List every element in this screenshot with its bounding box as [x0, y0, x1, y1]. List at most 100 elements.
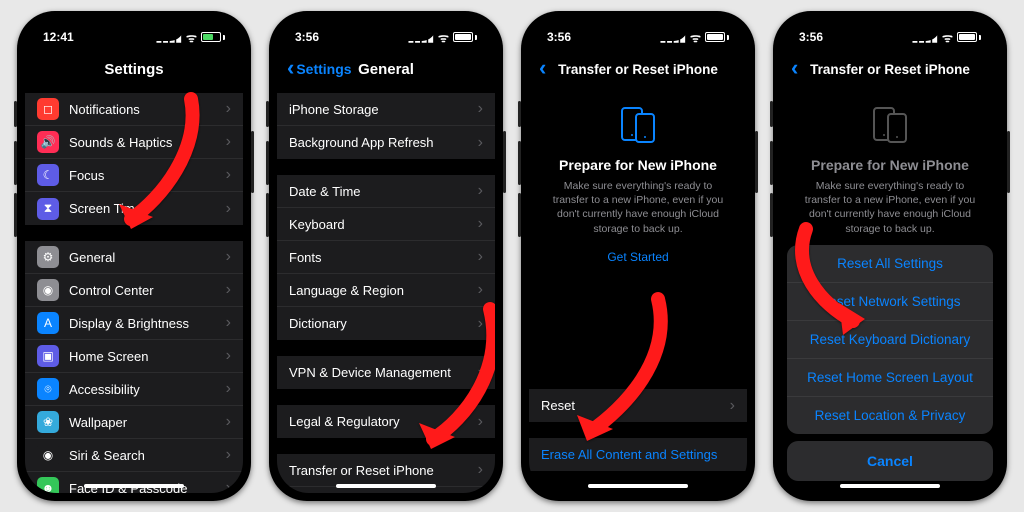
chevron-right-icon: ›	[730, 397, 735, 415]
chevron-right-icon: ›	[478, 215, 483, 233]
chevron-right-icon: ›	[478, 281, 483, 299]
promo-text: Make sure everything's ready to transfer…	[529, 179, 747, 236]
wifi-icon: ᯤ	[690, 29, 701, 46]
phone-2: 3:56 ▮▮▮▮ ᯤ Settings General iPhone Stor…	[269, 11, 503, 501]
general-row-background-app-refresh[interactable]: Background App Refresh›	[277, 126, 495, 159]
home-indicator[interactable]	[336, 484, 436, 488]
settings-row-face-id-passcode[interactable]: ☻Face ID & Passcode›	[25, 472, 243, 493]
reset-row[interactable]: Reset ›	[529, 389, 747, 422]
row-label: Screen Time	[69, 201, 226, 216]
chevron-left-icon	[287, 61, 294, 78]
chevron-right-icon: ›	[226, 314, 231, 332]
general-row-transfer-or-reset-iphone[interactable]: Transfer or Reset iPhone›	[277, 454, 495, 487]
chevron-right-icon: ›	[226, 281, 231, 299]
battery-indicator	[453, 32, 477, 42]
general-row-legal-regulatory[interactable]: Legal & Regulatory›	[277, 405, 495, 438]
chevron-right-icon: ›	[226, 347, 231, 365]
settings-row-control-center[interactable]: ◉Control Center›	[25, 274, 243, 307]
transfer-reset-content-dimmed: Prepare for New iPhone Make sure everyth…	[781, 87, 999, 493]
row-label: Notifications	[69, 102, 226, 117]
settings-row-display-brightness[interactable]: A Display & Brightness›	[25, 307, 243, 340]
general-row-iphone-storage[interactable]: iPhone Storage›	[277, 93, 495, 126]
navbar: Transfer or Reset iPhone	[529, 51, 747, 87]
settings-row-notifications[interactable]: ◻︎Notifications›	[25, 93, 243, 126]
row-label: Fonts	[289, 250, 478, 265]
row-label: Keyboard	[289, 217, 478, 232]
phone-4: 3:56 ▮▮▮▮ ᯤ Transfer or Reset iPhone Pre…	[773, 11, 1007, 501]
homescreen-icon: ▣	[37, 345, 59, 367]
chevron-right-icon: ›	[226, 248, 231, 266]
faceid-icon: ☻	[37, 477, 59, 493]
get-started-link[interactable]: Get Started	[529, 250, 747, 264]
row-label: General	[69, 250, 226, 265]
row-label: Wallpaper	[69, 415, 226, 430]
sheet-item-reset-home-screen-layout[interactable]: Reset Home Screen Layout	[787, 359, 993, 397]
battery-indicator	[957, 32, 981, 42]
devices-illustration	[529, 105, 747, 147]
status-time: 12:41	[43, 30, 74, 44]
chevron-right-icon: ›	[478, 248, 483, 266]
promo-text: Make sure everything's ready to transfer…	[781, 179, 999, 236]
display-icon: A	[37, 312, 59, 334]
general-row-date-time[interactable]: Date & Time›	[277, 175, 495, 208]
settings-row-siri-search[interactable]: ◉ Siri & Search›	[25, 439, 243, 472]
row-label: Siri & Search	[69, 448, 226, 463]
home-indicator[interactable]	[84, 484, 184, 488]
general-row-dictionary[interactable]: Dictionary›	[277, 307, 495, 340]
screentime-icon: ⧗	[37, 198, 59, 220]
general-row-fonts[interactable]: Fonts›	[277, 241, 495, 274]
row-label: iPhone Storage	[289, 102, 478, 117]
row-label: Transfer or Reset iPhone	[289, 463, 478, 478]
wifi-icon: ᯤ	[438, 29, 449, 46]
home-indicator[interactable]	[840, 484, 940, 488]
sounds-icon: 🔊	[37, 131, 59, 153]
siri-icon: ◉	[37, 444, 59, 466]
row-label: Background App Refresh	[289, 135, 478, 150]
accessibility-icon: ⌾	[37, 378, 59, 400]
back-button[interactable]: Settings	[287, 61, 352, 78]
navbar: Settings	[25, 51, 243, 87]
back-button[interactable]	[791, 61, 798, 78]
chevron-right-icon: ›	[478, 315, 483, 333]
settings-row-wallpaper[interactable]: ❀Wallpaper›	[25, 406, 243, 439]
sheet-cancel-button[interactable]: Cancel	[787, 441, 993, 481]
settings-row-screen-time[interactable]: ⧗ Screen Time›	[25, 192, 243, 225]
erase-all-row[interactable]: Erase All Content and Settings	[529, 438, 747, 471]
settings-list[interactable]: ◻︎Notifications›🔊Sounds & Haptics›☾Focus…	[25, 87, 243, 493]
sheet-item-reset-network-settings[interactable]: Reset Network Settings	[787, 283, 993, 321]
chevron-right-icon: ›	[478, 182, 483, 200]
chevron-right-icon: ›	[478, 364, 483, 382]
wallpaper-icon: ❀	[37, 411, 59, 433]
chevron-right-icon: ›	[226, 446, 231, 464]
home-indicator[interactable]	[588, 484, 688, 488]
page-title: Transfer or Reset iPhone	[558, 62, 718, 77]
promo-title: Prepare for New iPhone	[781, 157, 999, 173]
chevron-right-icon: ›	[226, 100, 231, 118]
settings-row-focus[interactable]: ☾Focus›	[25, 159, 243, 192]
reset-action-sheet: Reset All SettingsReset Network Settings…	[787, 245, 993, 481]
sheet-item-reset-all-settings[interactable]: Reset All Settings	[787, 245, 993, 283]
chevron-right-icon: ›	[226, 166, 231, 184]
page-title: Settings	[104, 61, 163, 78]
general-row-language-region[interactable]: Language & Region›	[277, 274, 495, 307]
row-label: Dictionary	[289, 316, 478, 331]
chevron-right-icon: ›	[226, 200, 231, 218]
row-label: Language & Region	[289, 283, 478, 298]
status-time: 3:56	[799, 30, 823, 44]
general-list[interactable]: iPhone Storage›Background App Refresh›Da…	[277, 87, 495, 493]
settings-row-accessibility[interactable]: ⌾Accessibility›	[25, 373, 243, 406]
back-button[interactable]	[539, 61, 546, 78]
settings-row-general[interactable]: ⚙︎General›	[25, 241, 243, 274]
general-row-keyboard[interactable]: Keyboard›	[277, 208, 495, 241]
chevron-left-icon	[539, 61, 546, 78]
chevron-right-icon: ›	[478, 461, 483, 479]
phone-3: 3:56 ▮▮▮▮ ᯤ Transfer or Reset iPhone Pre…	[521, 11, 755, 501]
sheet-item-reset-keyboard-dictionary[interactable]: Reset Keyboard Dictionary	[787, 321, 993, 359]
settings-row-sounds-haptics[interactable]: 🔊Sounds & Haptics›	[25, 126, 243, 159]
settings-row-home-screen[interactable]: ▣Home Screen›	[25, 340, 243, 373]
general-row-vpn-device-management[interactable]: VPN & Device Management›	[277, 356, 495, 389]
sheet-item-reset-location-privacy[interactable]: Reset Location & Privacy	[787, 397, 993, 434]
battery-indicator	[201, 32, 225, 42]
row-label: Display & Brightness	[69, 316, 226, 331]
devices-illustration	[781, 105, 999, 147]
